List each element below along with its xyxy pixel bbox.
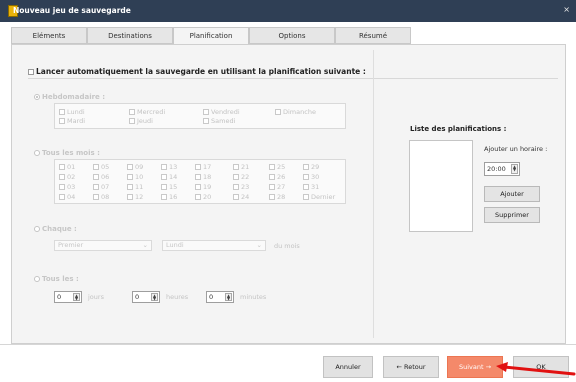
each-suffix: du mois xyxy=(274,242,300,250)
month-day-checkbox[interactable]: 24 xyxy=(233,193,249,201)
month-day-checkbox[interactable]: 27 xyxy=(269,183,285,191)
every-option[interactable]: Tous les : xyxy=(34,275,79,283)
remove-schedule-button[interactable]: Supprimer xyxy=(484,207,540,223)
schedule-list[interactable] xyxy=(409,140,473,232)
title-bar: Nouveau jeu de sauvegarde × xyxy=(0,0,576,22)
annotation-arrow-icon xyxy=(496,362,576,376)
hours-unit: heures xyxy=(166,293,189,301)
auto-schedule-option[interactable]: Lancer automatiquement la sauvegarde en … xyxy=(28,67,366,76)
monthly-label: Tous les mois : xyxy=(42,149,100,157)
days-spinner[interactable]: 0 ▲ ▼ xyxy=(54,291,82,303)
tab-elements[interactable]: Eléments xyxy=(11,27,87,44)
weekly-days-box: Lundi Mercredi Vendredi Dimanche Mardi J… xyxy=(54,103,346,129)
month-day-checkbox[interactable]: 12 xyxy=(127,193,143,201)
month-day-checkbox[interactable]: 07 xyxy=(93,183,109,191)
ordinal-value: Premier xyxy=(58,241,84,249)
month-day-checkbox[interactable]: 28 xyxy=(269,193,285,201)
day-checkbox[interactable]: Dimanche xyxy=(275,108,316,116)
each-label: Chaque : xyxy=(42,225,77,233)
monthly-option[interactable]: Tous les mois : xyxy=(34,149,100,157)
close-icon[interactable]: × xyxy=(563,5,570,14)
month-day-checkbox[interactable]: 01 xyxy=(59,163,75,171)
month-day-checkbox[interactable]: 16 xyxy=(161,193,177,201)
minutes-spinner[interactable]: 0 ▲ ▼ xyxy=(206,291,234,303)
month-day-checkbox[interactable]: 31 xyxy=(303,183,319,191)
back-button[interactable]: ← Retour xyxy=(383,356,439,378)
days-unit: jours xyxy=(88,293,104,301)
spinner-arrows-icon[interactable]: ▲ ▼ xyxy=(511,164,518,174)
divider xyxy=(28,78,558,79)
every-radio[interactable] xyxy=(34,276,40,282)
month-day-checkbox[interactable]: 29 xyxy=(303,163,319,171)
monthly-radio[interactable] xyxy=(34,150,40,156)
every-label: Tous les : xyxy=(42,275,79,283)
day-checkbox[interactable]: Vendredi xyxy=(203,108,240,116)
month-day-checkbox[interactable]: 25 xyxy=(269,163,285,171)
month-day-checkbox[interactable]: 22 xyxy=(233,173,249,181)
chevron-down-icon: ⌄ xyxy=(256,241,262,249)
month-day-checkbox[interactable]: Dernier xyxy=(303,193,335,201)
chevron-down-icon: ⌄ xyxy=(142,241,148,249)
days-value: 0 xyxy=(57,293,62,301)
month-day-checkbox[interactable]: 14 xyxy=(161,173,177,181)
auto-schedule-checkbox[interactable] xyxy=(28,69,34,75)
time-value: 20:00 xyxy=(487,165,506,173)
month-day-checkbox[interactable]: 08 xyxy=(93,193,109,201)
footer-divider xyxy=(0,344,576,345)
day-checkbox[interactable]: Samedi xyxy=(203,117,235,125)
schedule-list-title: Liste des planifications : xyxy=(410,125,507,133)
spinner-arrows-icon[interactable]: ▲ ▼ xyxy=(151,293,158,301)
cancel-button[interactable]: Annuler xyxy=(323,356,373,378)
auto-schedule-label: Lancer automatiquement la sauvegarde en … xyxy=(36,67,366,76)
day-checkbox[interactable]: Mercredi xyxy=(129,108,165,116)
minutes-value: 0 xyxy=(209,293,214,301)
month-day-checkbox[interactable]: 23 xyxy=(233,183,249,191)
time-spinner[interactable]: 20:00 ▲ ▼ xyxy=(484,162,520,176)
add-schedule-button[interactable]: Ajouter xyxy=(484,186,540,202)
each-option[interactable]: Chaque : xyxy=(34,225,77,233)
window-title: Nouveau jeu de sauvegarde xyxy=(13,6,131,15)
ordinal-dropdown[interactable]: Premier ⌄ xyxy=(54,240,152,251)
minutes-unit: minutes xyxy=(240,293,267,301)
each-radio[interactable] xyxy=(34,226,40,232)
weekday-dropdown[interactable]: Lundi ⌄ xyxy=(162,240,266,251)
schedule-panel: Lancer automatiquement la sauvegarde en … xyxy=(11,44,566,344)
tab-planification[interactable]: Planification xyxy=(173,27,249,45)
tab-options[interactable]: Options xyxy=(249,27,335,44)
hours-value: 0 xyxy=(135,293,140,301)
month-day-checkbox[interactable]: 09 xyxy=(127,163,143,171)
day-checkbox[interactable]: Jeudi xyxy=(129,117,153,125)
day-checkbox[interactable]: Lundi xyxy=(59,108,85,116)
spinner-arrows-icon[interactable]: ▲ ▼ xyxy=(225,293,232,301)
tab-destinations[interactable]: Destinations xyxy=(87,27,173,44)
month-day-checkbox[interactable]: 05 xyxy=(93,163,109,171)
month-day-checkbox[interactable]: 13 xyxy=(161,163,177,171)
tab-bar: Eléments Destinations Planification Opti… xyxy=(11,27,411,45)
hours-spinner[interactable]: 0 ▲ ▼ xyxy=(132,291,160,303)
month-day-checkbox[interactable]: 06 xyxy=(93,173,109,181)
month-day-checkbox[interactable]: 30 xyxy=(303,173,319,181)
month-day-checkbox[interactable]: 17 xyxy=(195,163,211,171)
month-day-checkbox[interactable]: 26 xyxy=(269,173,285,181)
weekly-option[interactable]: Hebdomadaire : xyxy=(34,93,105,101)
month-day-checkbox[interactable]: 10 xyxy=(127,173,143,181)
month-day-checkbox[interactable]: 04 xyxy=(59,193,75,201)
day-checkbox[interactable]: Mardi xyxy=(59,117,85,125)
monthly-days-box: 01 05 09 13 17 21 25 29 02 06 10 14 18 22 26 30 03 07 11 15… xyxy=(54,159,346,204)
month-day-checkbox[interactable]: 15 xyxy=(161,183,177,191)
month-day-checkbox[interactable]: 03 xyxy=(59,183,75,191)
month-day-checkbox[interactable]: 19 xyxy=(195,183,211,191)
month-day-checkbox[interactable]: 20 xyxy=(195,193,211,201)
vertical-divider xyxy=(373,50,374,338)
weekly-radio[interactable] xyxy=(34,94,40,100)
month-day-checkbox[interactable]: 21 xyxy=(233,163,249,171)
tab-summary[interactable]: Résumé xyxy=(335,27,411,44)
spinner-arrows-icon[interactable]: ▲ ▼ xyxy=(73,293,80,301)
add-time-label: Ajouter un horaire : xyxy=(484,145,548,153)
month-day-checkbox[interactable]: 18 xyxy=(195,173,211,181)
month-day-checkbox[interactable]: 11 xyxy=(127,183,143,191)
weekly-label: Hebdomadaire : xyxy=(42,93,106,101)
month-day-checkbox[interactable]: 02 xyxy=(59,173,75,181)
weekday-value: Lundi xyxy=(166,241,184,249)
